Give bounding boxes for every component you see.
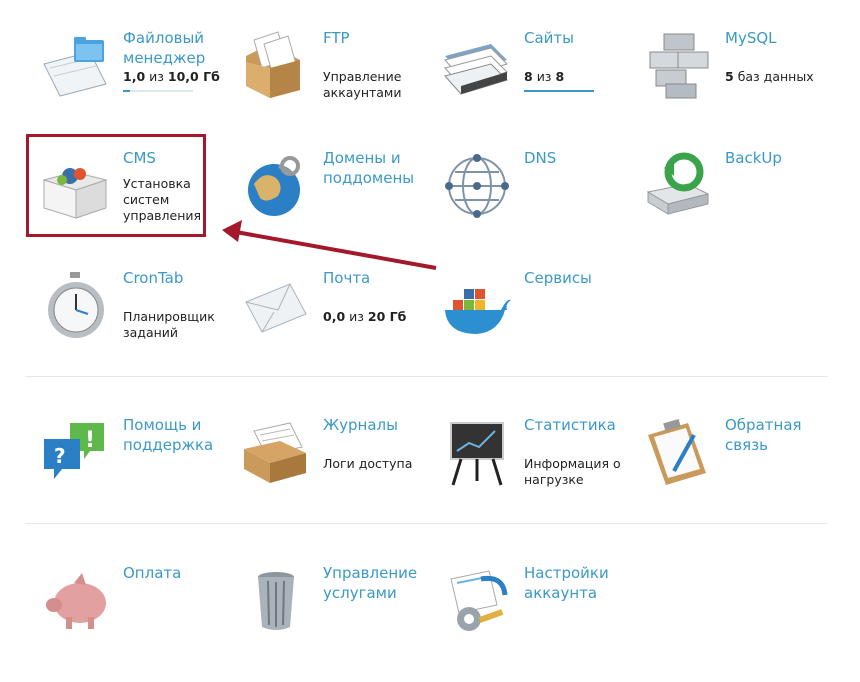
tile-account-settings[interactable]: Настройки аккаунта [427,563,627,673]
tile-title: Обратная связь [725,416,802,454]
stats-easel-icon [441,417,511,493]
tile-title: Оплата [123,564,182,582]
tile-feedback[interactable]: Обратная связь [628,415,828,525]
tile-title: Журналы [323,416,398,434]
tile-title: Настройки аккаунта [524,564,609,602]
tile-description: Логи доступа [323,456,413,471]
tile-title: Статистика [524,416,616,434]
help-bubbles-icon: ! ? [40,417,110,493]
clipboard-icon [642,417,712,493]
svg-text:?: ? [54,444,66,468]
tile-title: Помощь и поддержка [123,416,214,454]
tile-service-mgmt[interactable]: Управление услугами [226,563,426,673]
piggy-bank-icon [40,565,110,641]
tile-title: Управление услугами [323,564,418,602]
tile-support[interactable]: ! ? Помощь и поддержка [26,415,226,525]
tile-payment[interactable]: Оплата [26,563,226,673]
tile-stats[interactable]: Статистика Информация о нагрузке [427,415,627,525]
settings-gear-icon [441,565,511,641]
trash-bin-icon [240,565,310,641]
logs-box-icon [240,417,310,493]
section-divider [25,523,828,524]
svg-text:!: ! [85,428,95,453]
tile-logs[interactable]: Журналы Логи доступа [226,415,426,525]
tile-description: Информация о нагрузке [524,456,621,487]
section-divider [25,376,828,377]
